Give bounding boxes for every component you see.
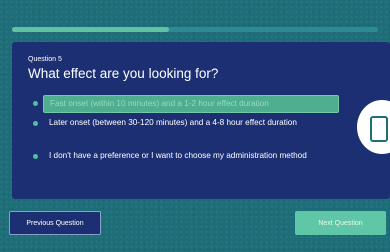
question-title: What effect are you looking for? xyxy=(28,66,219,81)
quiz-progress-fill xyxy=(12,27,170,32)
question-number: Question 5 xyxy=(28,56,62,63)
bullet-icon xyxy=(33,154,38,159)
answer-option-fast-onset[interactable]: Fast onset (within 10 minutes) and a 1-2… xyxy=(30,95,360,113)
answer-option-no-preference[interactable]: I don't have a preference or I want to c… xyxy=(30,150,360,178)
answer-option-label: Later onset (between 30-120 minutes) and… xyxy=(49,118,297,127)
answer-option-later-onset[interactable]: Later onset (between 30-120 minutes) and… xyxy=(30,117,360,144)
answer-option-label: Fast onset (within 10 minutes) and a 1-2… xyxy=(43,95,339,113)
bullet-icon xyxy=(33,101,38,106)
answer-option-label: I don't have a preference or I want to c… xyxy=(49,151,307,160)
phone-icon-outline xyxy=(370,116,388,142)
question-card: Question 5 What effect are you looking f… xyxy=(12,42,390,199)
next-question-button[interactable]: Next Question xyxy=(295,211,386,235)
quiz-progress-bar xyxy=(12,27,378,32)
answer-options-list: Fast onset (within 10 minutes) and a 1-2… xyxy=(30,95,360,178)
bullet-icon xyxy=(33,121,38,126)
previous-question-button[interactable]: Previous Question xyxy=(9,211,101,235)
